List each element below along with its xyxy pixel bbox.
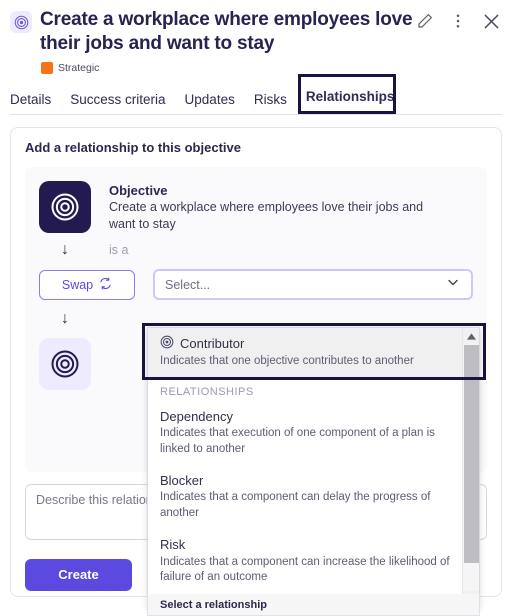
source-object-row: Objective Create a workplace where emplo… [39, 180, 473, 234]
dropdown-option-desc: Indicates that one objective contributes… [160, 355, 414, 368]
select-placeholder: Select... [165, 277, 211, 292]
source-object-name: Create a workplace where employees love … [109, 199, 424, 231]
dropdown-option-blocker[interactable]: Blocker Indicates that a component can d… [148, 466, 462, 530]
dropdown-option-label: Dependency [160, 408, 233, 424]
status-badge: Strategic [41, 61, 502, 74]
dropdown-scrollbar[interactable] [462, 328, 479, 607]
tab-bar: Details Success criteria Updates Risks R… [10, 73, 512, 114]
caret-up-icon[interactable] [463, 328, 479, 344]
source-object-kind: Objective [109, 182, 168, 198]
target-icon [160, 335, 174, 353]
dropdown-option-title-row: Risk [160, 537, 450, 553]
swap-and-select-row: Swap Select... [39, 269, 473, 301]
chevron-down-icon[interactable] [445, 274, 461, 295]
badge-color-swatch [41, 61, 53, 74]
target-icon [39, 338, 91, 391]
target-icon [10, 11, 32, 33]
tab-details[interactable]: Details [10, 92, 51, 114]
tab-updates[interactable]: Updates [185, 92, 235, 114]
tab-risks[interactable]: Risks [254, 92, 287, 114]
relationship-dropdown[interactable]: Contributor Indicates that one objective… [147, 327, 480, 608]
connector-row: ↓ is a [39, 241, 473, 259]
create-button[interactable]: Create [25, 558, 132, 591]
target-icon [39, 180, 91, 233]
connector-label: is a [109, 243, 129, 258]
dropdown-scroll-area: Contributor Indicates that one objective… [148, 328, 462, 607]
tab-success-criteria[interactable]: Success criteria [70, 92, 165, 114]
header-actions [410, 6, 506, 36]
tab-divider [10, 113, 502, 115]
page-title: Create a workplace where employees love … [40, 9, 413, 55]
edit-icon[interactable] [410, 6, 440, 36]
dropdown-option-desc: Indicates that a component can delay the… [160, 491, 431, 519]
dropdown-option-label: Blocker [160, 473, 204, 489]
page-header: Create a workplace where employees love … [0, 0, 512, 74]
dropdown-footer: Select a relationship [147, 594, 480, 616]
dropdown-option-desc: Indicates that execution of one componen… [160, 427, 435, 455]
source-object-text: Objective Create a workplace where emplo… [109, 181, 429, 234]
dropdown-option-desc: Indicates that a component can increase … [160, 555, 450, 584]
scrollbar-thumb[interactable] [464, 345, 479, 563]
close-icon[interactable] [476, 6, 506, 36]
dropdown-group-label: RELATIONSHIPS [160, 385, 254, 398]
dropdown-option-risk[interactable]: Risk Indicates that a component can incr… [148, 530, 462, 594]
dropdown-option-contributor[interactable]: Contributor Indicates that one objective… [148, 328, 462, 379]
dropdown-option-title-row: Contributor [160, 335, 450, 353]
swap-icon [99, 277, 112, 293]
dropdown-option-label: Contributor [180, 336, 245, 351]
relationship-select[interactable]: Select... [153, 269, 473, 301]
target-object-row: ↓ [39, 310, 473, 328]
swap-button-label: Swap [61, 277, 94, 292]
badge-label: Strategic [58, 61, 100, 74]
card-title: Add a relationship to this objective [25, 139, 241, 155]
down-arrow-icon: ↓ [61, 241, 69, 259]
dropdown-option-title-row: Dependency [160, 409, 450, 425]
dropdown-option-label: Risk [160, 537, 186, 553]
swap-button[interactable]: Swap [39, 269, 135, 300]
tab-relationships[interactable]: Relationships [305, 89, 395, 114]
dropdown-option-dependency[interactable]: Dependency Indicates that execution of o… [148, 402, 462, 466]
dropdown-footer-text: Select a relationship [160, 598, 267, 611]
dropdown-option-title-row: Blocker [160, 473, 450, 489]
down-arrow-icon-2: ↓ [61, 310, 69, 328]
more-options-icon[interactable] [443, 6, 473, 36]
